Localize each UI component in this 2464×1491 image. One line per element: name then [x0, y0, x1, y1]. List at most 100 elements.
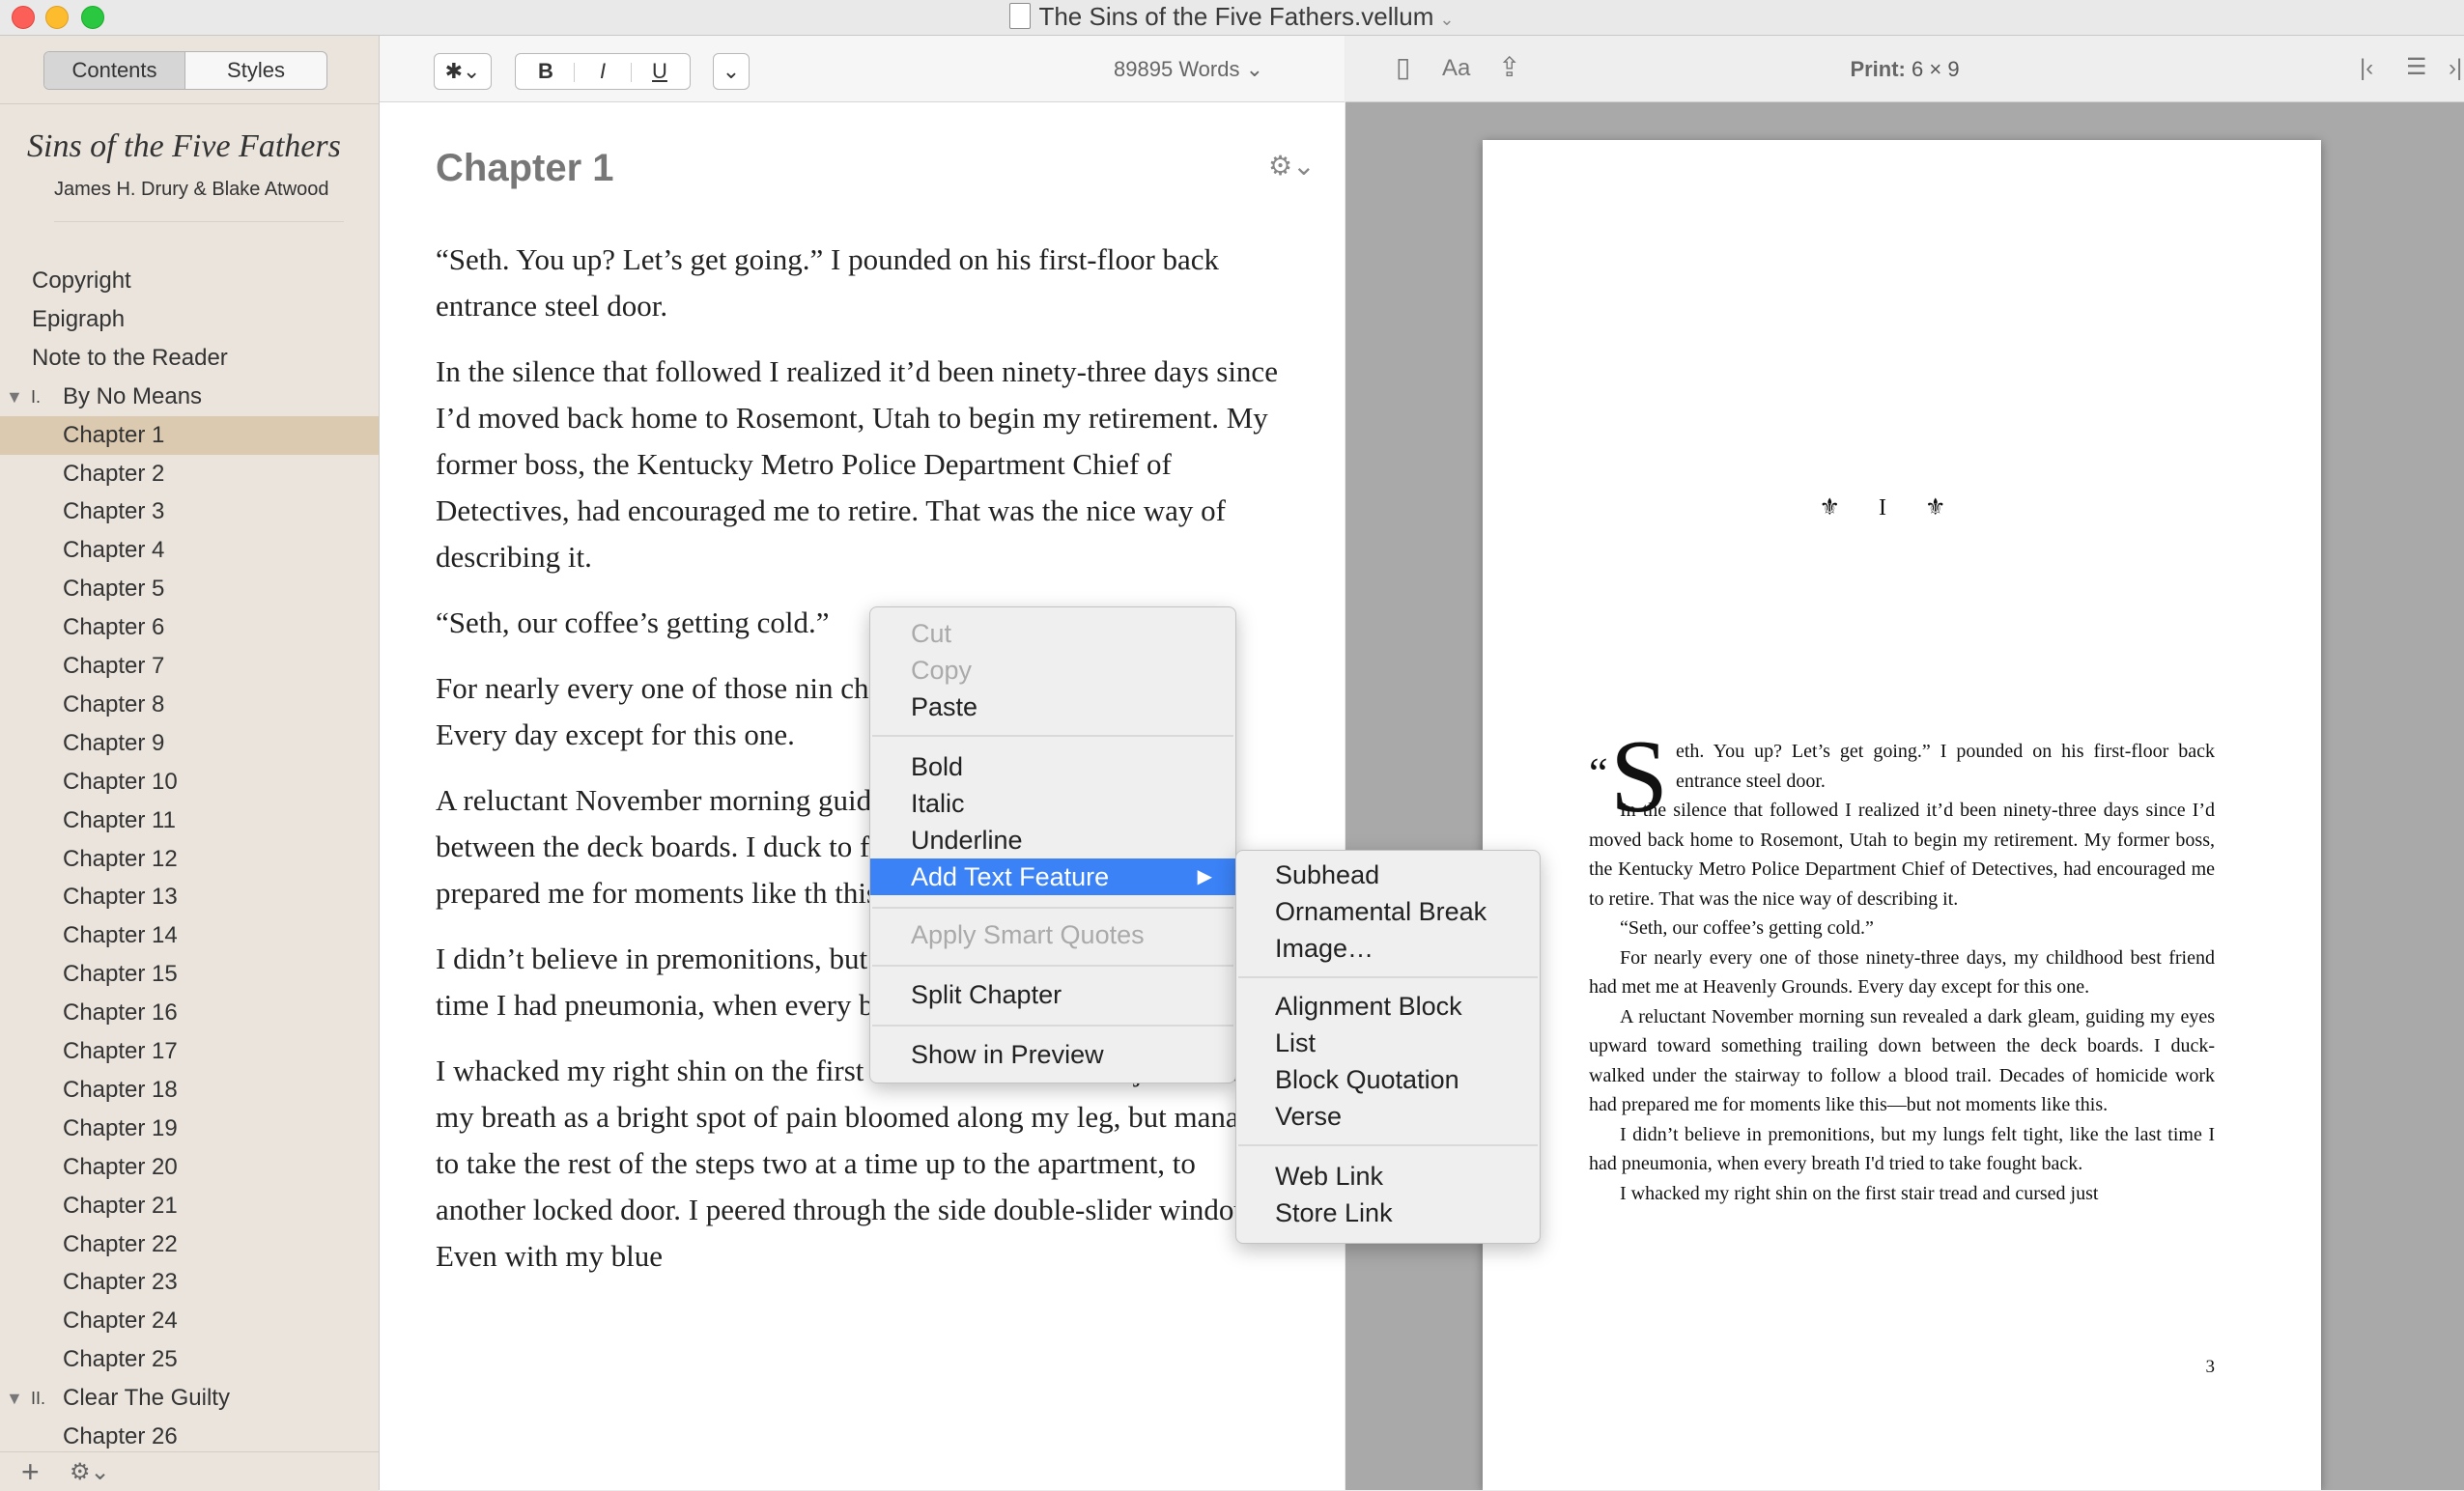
sidebar-item-label: Chapter 15: [63, 961, 178, 988]
sidebar-item-label: Chapter 25: [63, 1346, 178, 1373]
chevron-down-icon: ⌄: [1245, 57, 1264, 81]
word-count[interactable]: 89895 Words ⌄: [1114, 57, 1263, 82]
menu-item-cut[interactable]: Cut: [870, 615, 1235, 652]
chapter-ornament: ⚜I⚜: [1483, 493, 2321, 521]
menu-item-paste[interactable]: Paste: [870, 689, 1235, 725]
sidebar-item[interactable]: Chapter 19: [0, 1110, 379, 1148]
sidebar-item[interactable]: Copyright: [0, 262, 379, 300]
sidebar-item-label: Chapter 14: [63, 922, 178, 949]
tab-contents[interactable]: Contents: [44, 52, 185, 89]
sidebar-item[interactable]: Chapter 23: [0, 1263, 379, 1302]
plus-icon[interactable]: +: [21, 1454, 40, 1490]
gear-icon[interactable]: ⚙⌄: [1268, 150, 1316, 182]
sidebar-item-label: Chapter 12: [63, 845, 178, 872]
sidebar-item[interactable]: Note to the Reader: [0, 339, 379, 378]
sidebar-item[interactable]: Chapter 20: [0, 1148, 379, 1187]
print-size[interactable]: Print: 6 × 9: [1345, 57, 2464, 82]
sidebar-item[interactable]: Chapter 10: [0, 763, 379, 802]
sidebar-item[interactable]: Chapter 6: [0, 608, 379, 647]
sidebar-item[interactable]: Chapter 17: [0, 1032, 379, 1071]
submenu-item-ornamental-break[interactable]: Ornamental Break: [1236, 893, 1540, 930]
sidebar-item[interactable]: Chapter 25: [0, 1340, 379, 1379]
underline-button[interactable]: U: [632, 54, 688, 89]
preview-paragraph: “Seth, our coffee’s getting cold.”: [1620, 917, 1874, 939]
sidebar-item-label: Chapter 5: [63, 576, 165, 603]
gear-icon[interactable]: ⚙⌄: [70, 1458, 110, 1486]
menu-item-split-chapter[interactable]: Split Chapter: [870, 976, 1235, 1013]
sidebar-item[interactable]: Chapter 14: [0, 916, 379, 955]
submenu-item-image[interactable]: Image…: [1236, 930, 1540, 967]
tab-styles[interactable]: Styles: [185, 52, 326, 89]
sidebar-item[interactable]: Chapter 1: [0, 415, 379, 455]
sidebar-item[interactable]: Epigraph: [0, 300, 379, 339]
disclosure-triangle-icon[interactable]: ▼: [6, 1379, 23, 1418]
editor-toolbar: ✱⌄ BIU ⌄ 89895 Words ⌄: [380, 36, 1345, 102]
sidebar-item[interactable]: Chapter 22: [0, 1225, 379, 1264]
menu-item-show-in-preview[interactable]: Show in Preview: [870, 1036, 1235, 1073]
sidebar-item[interactable]: Chapter 9: [0, 724, 379, 763]
bold-button[interactable]: B: [518, 54, 574, 89]
sidebar-item[interactable]: Chapter 7: [0, 647, 379, 686]
sidebar-item[interactable]: Chapter 26: [0, 1418, 379, 1456]
text-feature-button[interactable]: ✱⌄: [434, 53, 492, 90]
sidebar-item-label: Chapter 26: [63, 1423, 178, 1449]
document-icon: [1009, 3, 1032, 29]
preview-paragraph: I didn’t believe in premonitions, but my…: [1589, 1123, 2215, 1175]
menu-item-italic[interactable]: Italic: [870, 785, 1235, 822]
sidebar-item-label: By No Means: [63, 382, 203, 409]
sidebar-item[interactable]: Chapter 2: [0, 455, 379, 493]
sidebar-item[interactable]: Chapter 4: [0, 531, 379, 570]
submenu-item-store-link[interactable]: Store Link: [1236, 1195, 1540, 1231]
menu-item-underline[interactable]: Underline: [870, 822, 1235, 858]
sidebar-item[interactable]: Chapter 8: [0, 686, 379, 724]
menu-item-add-text-feature[interactable]: Add Text Feature ▶: [870, 858, 1235, 895]
submenu-item-list[interactable]: List: [1236, 1025, 1540, 1061]
word-count-value: 89895: [1114, 57, 1174, 81]
submenu-item-web-link[interactable]: Web Link: [1236, 1158, 1540, 1195]
preview-text: eth. You up? Let’s get going.” I pounded…: [1589, 737, 2215, 1208]
submenu-item-verse[interactable]: Verse: [1236, 1098, 1540, 1135]
editor-paragraph[interactable]: In the silence that followed I realized …: [436, 349, 1286, 580]
chevron-down-icon[interactable]: ⌄: [713, 53, 750, 90]
last-page-icon[interactable]: ›|: [2449, 55, 2462, 82]
sidebar-item-label: Chapter 11: [63, 806, 176, 833]
chapter-heading[interactable]: Chapter 1: [436, 147, 614, 190]
disclosure-triangle-icon[interactable]: ▼: [6, 378, 23, 416]
sidebar-item[interactable]: Chapter 3: [0, 492, 379, 531]
sidebar-item[interactable]: Chapter 15: [0, 955, 379, 994]
submenu-item-alignment-block[interactable]: Alignment Block: [1236, 988, 1540, 1025]
window-title[interactable]: The Sins of the Five Fathers.vellum ⌄: [0, 2, 2464, 32]
sidebar-item[interactable]: ▼ I. By No Means: [0, 378, 379, 416]
sidebar: Contents Styles Sins of the Five Fathers…: [0, 36, 380, 1491]
sidebar-item-label: Epigraph: [32, 305, 126, 332]
sidebar-item-label: Chapter 1: [63, 421, 165, 448]
editor-paragraph[interactable]: “Seth. You up? Let’s get going.” I pound…: [436, 237, 1286, 329]
submenu-item-subhead[interactable]: Subhead: [1236, 857, 1540, 893]
sidebar-item[interactable]: Chapter 12: [0, 840, 379, 879]
submenu-item-block-quotation[interactable]: Block Quotation: [1236, 1061, 1540, 1098]
print-label: Print:: [1850, 57, 1906, 81]
menu-item-bold[interactable]: Bold: [870, 748, 1235, 785]
sidebar-item[interactable]: Chapter 13: [0, 878, 379, 916]
sidebar-item-label: Chapter 10: [63, 768, 178, 795]
menu-item-apply-smart-quotes[interactable]: Apply Smart Quotes: [870, 916, 1235, 953]
menu-item-copy[interactable]: Copy: [870, 652, 1235, 689]
menu-separator: [872, 1025, 1233, 1027]
sidebar-item[interactable]: Chapter 16: [0, 994, 379, 1032]
book-title[interactable]: Sins of the Five Fathers: [27, 128, 341, 165]
first-page-icon[interactable]: |‹: [2360, 55, 2373, 82]
format-button-group: BIU: [515, 53, 691, 90]
sidebar-item-label: Chapter 8: [63, 690, 165, 717]
sidebar-item[interactable]: Chapter 5: [0, 570, 379, 608]
sidebar-item[interactable]: Chapter 11: [0, 802, 379, 840]
sidebar-item[interactable]: Chapter 24: [0, 1302, 379, 1340]
word-count-unit: Words: [1178, 57, 1240, 81]
italic-button[interactable]: I: [575, 54, 631, 89]
window-title-text: The Sins of the Five Fathers.vellum: [1038, 2, 1434, 31]
list-icon[interactable]: ☰: [2406, 53, 2427, 81]
print-size-value: 6 × 9: [1912, 57, 1960, 81]
sidebar-item[interactable]: Chapter 21: [0, 1187, 379, 1225]
sidebar-item[interactable]: Chapter 18: [0, 1071, 379, 1110]
sidebar-item-label: Chapter 17: [63, 1038, 178, 1064]
sidebar-item[interactable]: ▼ II. Clear The Guilty: [0, 1379, 379, 1418]
